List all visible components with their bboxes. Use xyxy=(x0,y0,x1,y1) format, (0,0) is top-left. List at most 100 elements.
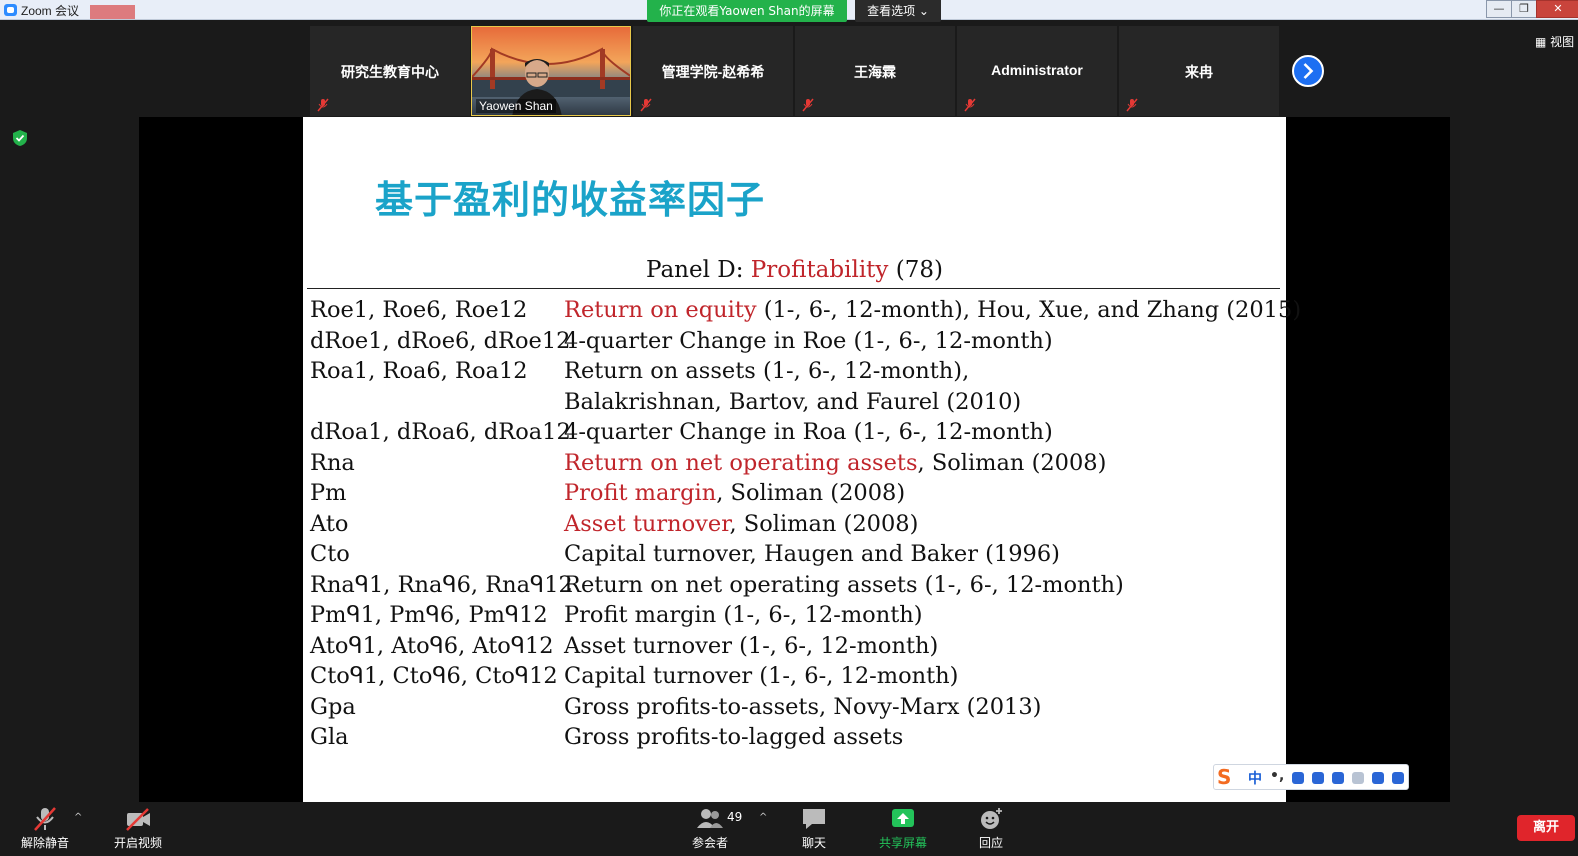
factor-text: , Soliman (2008) xyxy=(716,480,906,506)
factor-abbreviation: Ctoᑫ1, Ctoᑫ6, Ctoᑫ12 xyxy=(310,663,558,689)
skin-icon[interactable] xyxy=(1372,772,1384,784)
factor-description: Return on equity (1-, 6-, 12-month), Hou… xyxy=(564,295,1301,326)
panel-highlight: Profitability xyxy=(750,257,889,283)
factor-abbreviation: Roe1, Roe6, Roe12 xyxy=(310,297,528,323)
panel-suffix: (78) xyxy=(888,257,943,283)
keyboard-icon[interactable] xyxy=(1332,772,1344,784)
title-bar-background-strip xyxy=(90,5,135,19)
table-row: dRoa1, dRoa6, dRoa12 4-quarter Change in … xyxy=(310,417,1285,448)
panel-divider xyxy=(307,288,1280,289)
participants-icon xyxy=(697,809,723,828)
view-menu-button[interactable]: ▦ 视图 xyxy=(1535,33,1574,50)
slide-title: 基于盈利的收益率因子 xyxy=(375,178,766,222)
chat-button[interactable]: 聊天 xyxy=(769,806,859,851)
reactions-smiley-icon xyxy=(981,808,1002,829)
minimize-button[interactable]: — xyxy=(1486,0,1512,18)
factor-description: Capital turnover, Haugen and Baker (1996… xyxy=(564,539,1060,570)
factor-text: 4-quarter Change in Roe (1-, 6-, 12-mont… xyxy=(564,327,1053,354)
factor-abbreviation: Gla xyxy=(310,724,349,750)
unmute-label: 解除静音 xyxy=(20,836,69,850)
reactions-button[interactable]: 回应 xyxy=(946,806,1036,851)
participants-options-caret-icon[interactable]: ^ xyxy=(759,812,767,823)
presentation-slide: 基于盈利的收益率因子 Panel D: Profitability (78) R… xyxy=(303,117,1301,802)
sogou-logo-icon: S xyxy=(1217,765,1232,789)
participant-tile[interactable]: 研究生教育中心 xyxy=(310,26,470,116)
participant-name: 研究生教育中心 xyxy=(341,64,439,80)
factor-text: Gross profits-to-assets, Novy-Marx (2013… xyxy=(564,693,1042,720)
close-window-button[interactable]: ✕ xyxy=(1536,0,1578,18)
factor-description: Profit margin (1-, 6-, 12-month) xyxy=(564,600,923,631)
video-off-icon xyxy=(126,808,150,831)
factor-highlight: Profit margin xyxy=(564,480,717,506)
factor-description: Capital turnover (1-, 6-, 12-month) xyxy=(564,661,958,692)
leave-meeting-button[interactable]: 离开 xyxy=(1517,815,1575,841)
factor-abbreviation: Pmᑫ1, Pmᑫ6, Pmᑫ12 xyxy=(310,602,548,628)
chat-label: 聊天 xyxy=(801,836,826,850)
factor-abbreviation: Rnaᑫ1, Rnaᑫ6, Rnaᑫ12 xyxy=(310,571,573,598)
muted-mic-icon xyxy=(640,98,652,112)
view-options-button[interactable]: 查看选项 ⌄ xyxy=(855,0,941,22)
factor-description: Return on assets (1-, 6-, 12-month), xyxy=(564,356,969,387)
muted-mic-icon xyxy=(964,98,976,112)
participant-tile[interactable]: Administrator xyxy=(957,26,1117,116)
factor-description: Asset turnover (1-, 6-, 12-month) xyxy=(564,631,938,662)
factor-description: Return on net operating assets (1-, 6-, … xyxy=(564,570,1124,601)
participant-tile[interactable]: 来冉 xyxy=(1119,26,1279,116)
voice-icon[interactable] xyxy=(1312,772,1324,784)
meeting-toolbar: 解除静音 ^ 开启视频 参会者 49 ^ 聊天 共享屏幕 回应 离开 xyxy=(0,802,1578,856)
table-row: Atoᑫ1, Atoᑫ6, Atoᑫ12 Asset turnover (1-, … xyxy=(310,631,1285,662)
factor-abbreviation: dRoe1, dRoe6, dRoe12 xyxy=(310,327,571,354)
factor-text: 4-quarter Change in Roa (1-, 6-, 12-mont… xyxy=(564,419,1053,445)
factor-description: Profit margin, Soliman (2008) xyxy=(564,478,905,509)
factor-text: Return on assets (1-, 6-, 12-month), xyxy=(564,358,970,384)
ime-toolbar[interactable]: S 中 •, xyxy=(1213,764,1409,790)
factor-table: Roe1, Roe6, Roe12 Return on equity (1-, 6… xyxy=(310,295,1301,753)
factor-text: Return on net operating assets (1-, 6-, … xyxy=(564,571,1124,598)
share-screen-button[interactable]: 共享屏幕 xyxy=(858,806,948,851)
muted-mic-icon xyxy=(34,807,56,831)
table-row: Roa1, Roa6, Roa12 Return on assets (1-, 6… xyxy=(310,356,1285,387)
participant-tile[interactable]: 管理学院-赵希希 xyxy=(633,26,793,116)
emoji-icon[interactable] xyxy=(1292,772,1304,784)
factor-abbreviation: Ato xyxy=(310,510,349,537)
factor-text: (1-, 6-, 12-month), Hou, Xue, and Zhang … xyxy=(756,297,1302,323)
user-icon[interactable] xyxy=(1352,772,1364,784)
table-row: Ctoᑫ1, Ctoᑫ6, Ctoᑫ12 Capital turnover (1-… xyxy=(310,661,1285,692)
chat-icon xyxy=(803,809,825,829)
participant-tile[interactable]: 王海霖 xyxy=(795,26,955,116)
table-row: Balakrishnan, Bartov, and Faurel (2010) xyxy=(310,387,1285,418)
factor-text: Balakrishnan, Bartov, and Faurel (2010) xyxy=(564,388,1022,415)
participant-video-tile[interactable]: Yaowen Shan xyxy=(471,26,631,116)
muted-mic-icon xyxy=(802,98,814,112)
factor-abbreviation: Atoᑫ1, Atoᑫ6, Atoᑫ12 xyxy=(310,632,554,659)
table-row: Cto Capital turnover, Haugen and Baker (1… xyxy=(310,539,1285,570)
factor-abbreviation: Cto xyxy=(310,541,350,567)
participant-name: Administrator xyxy=(991,62,1083,78)
table-row: Rnaᑫ1, Rnaᑫ6, Rnaᑫ12 Return on net operat… xyxy=(310,570,1285,601)
factor-text: Capital turnover (1-, 6-, 12-month) xyxy=(564,663,959,689)
reactions-label: 回应 xyxy=(978,836,1003,850)
factor-description: Asset turnover, Soliman (2008) xyxy=(564,509,918,540)
factor-text: Gross profits-to-lagged assets xyxy=(564,724,904,750)
participant-name: 管理学院-赵希希 xyxy=(661,64,765,80)
security-shield-icon[interactable] xyxy=(12,129,28,147)
table-row: Pm Profit margin, Soliman (2008) xyxy=(310,478,1285,509)
factor-highlight: Asset turnover xyxy=(564,510,730,537)
factor-text: Profit margin (1-, 6-, 12-month) xyxy=(564,602,923,628)
ime-punct-toggle[interactable]: •, xyxy=(1270,768,1284,784)
audio-options-caret-icon[interactable]: ^ xyxy=(74,812,82,823)
factor-text: Capital turnover, Haugen and Baker (1996… xyxy=(564,541,1060,567)
table-row: Rna Return on net operating assets, Solim… xyxy=(310,448,1285,479)
participants-label: 参会者 xyxy=(691,836,728,850)
next-participants-chevron-icon[interactable] xyxy=(1292,55,1324,87)
ime-mode-toggle[interactable]: 中 xyxy=(1248,768,1262,788)
start-video-button[interactable]: 开启视频 xyxy=(93,806,183,851)
participant-name: 王海霖 xyxy=(854,64,896,80)
factor-description: Gross profits-to-assets, Novy-Marx (2013… xyxy=(564,692,1041,723)
share-screen-label: 共享屏幕 xyxy=(878,836,927,850)
factor-abbreviation: Gpa xyxy=(310,693,356,720)
factor-abbreviation: Rna xyxy=(310,449,355,476)
muted-mic-icon xyxy=(317,98,329,112)
toolbox-icon[interactable] xyxy=(1392,772,1404,784)
restore-button[interactable]: ❐ xyxy=(1511,0,1537,18)
